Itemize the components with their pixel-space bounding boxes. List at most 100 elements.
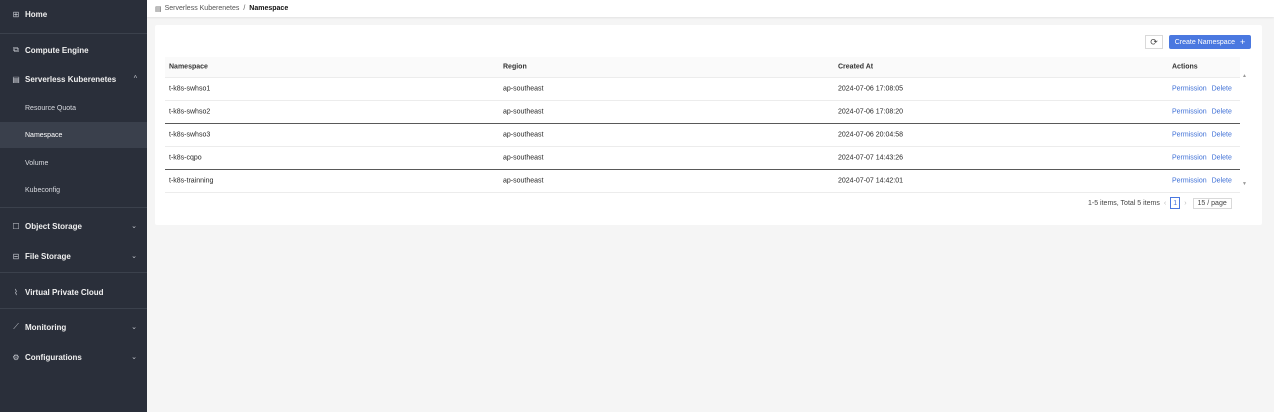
sidebar-item-kubeconfig[interactable]: Kubeconfig: [0, 177, 147, 203]
plus-icon: +: [1240, 37, 1246, 47]
breadcrumb-current: Namespace: [249, 5, 289, 12]
table-scrollbar[interactable]: ▲ ▼: [1242, 73, 1247, 187]
nav-monitoring[interactable]: ⟋ Monitoring ⌄: [0, 314, 147, 340]
column-header-namespace: Namespace: [169, 63, 208, 71]
refresh-button[interactable]: ⟳: [1145, 35, 1163, 49]
table-header: Namespace Region Created At Actions: [165, 57, 1240, 78]
sidebar-divider: [0, 272, 147, 273]
row-actions: Permission Delete: [1172, 155, 1237, 162]
chevron-down-icon: ⌄: [131, 324, 137, 331]
permission-link[interactable]: Permission: [1172, 86, 1207, 93]
gear-icon: ⚙: [12, 352, 20, 362]
delete-link[interactable]: Delete: [1212, 178, 1232, 185]
namespace-created-at: 2024-07-06 17:08:05: [838, 85, 903, 93]
permission-link[interactable]: Permission: [1172, 132, 1207, 139]
permission-link[interactable]: Permission: [1172, 178, 1207, 185]
namespace-region: ap-southeast: [503, 177, 544, 185]
sidebar: ⊞ Home ⧉ Compute Engine ▤ Serverless Kub…: [0, 0, 147, 412]
namespace-region: ap-southeast: [503, 154, 544, 162]
namespace-card: ⟳ Create Namespace + Namespace Region Cr…: [155, 25, 1262, 225]
nav-configurations[interactable]: ⚙ Configurations ⌄: [0, 344, 147, 370]
breadcrumb: ▤ Serverless Kuberenetes / Namespace: [147, 0, 1274, 17]
namespace-created-at: 2024-07-06 20:04:58: [838, 131, 903, 139]
chevron-down-icon: ⌄: [131, 253, 137, 260]
sidebar-item-label: Namespace: [25, 131, 63, 139]
sidebar-divider: [0, 33, 147, 34]
storage-box-icon: ☐: [12, 221, 20, 231]
namespace-name: t-k8s-swhso3: [169, 131, 211, 139]
row-actions: Permission Delete: [1172, 132, 1237, 139]
cluster-icon: ▤: [12, 74, 20, 84]
table-row: t-k8s-swhso2 ap-southeast 2024-07-06 17:…: [165, 101, 1240, 124]
chevron-down-icon: ⌄: [131, 223, 137, 230]
sidebar-item-label: Volume: [25, 159, 49, 167]
row-actions: Permission Delete: [1172, 109, 1237, 116]
breadcrumb-serverless-link[interactable]: Serverless Kuberenetes: [165, 5, 240, 12]
column-header-created-at: Created At: [838, 63, 874, 71]
file-storage-icon: ⊟: [12, 251, 20, 261]
table-row: t-k8s-swhso3 ap-southeast 2024-07-06 20:…: [165, 124, 1240, 147]
namespace-name: t-k8s-swhso2: [169, 108, 211, 116]
nav-configurations-label: Configurations: [25, 352, 82, 362]
sidebar-item-namespace[interactable]: Namespace: [0, 122, 147, 148]
delete-link[interactable]: Delete: [1212, 155, 1232, 162]
nav-home-label: Home: [25, 9, 48, 19]
namespace-name: t-k8s-trainning: [169, 177, 214, 185]
sidebar-item-label: Resource Quota: [25, 104, 76, 112]
row-actions: Permission Delete: [1172, 86, 1237, 93]
create-namespace-button[interactable]: Create Namespace +: [1169, 35, 1251, 49]
namespace-created-at: 2024-07-06 17:08:20: [838, 108, 903, 116]
refresh-icon: ⟳: [1150, 36, 1158, 47]
page-size-select[interactable]: 15 / page: [1192, 197, 1232, 209]
sidebar-divider: [0, 207, 147, 208]
column-header-region: Region: [503, 63, 527, 71]
create-namespace-label: Create Namespace: [1174, 38, 1236, 46]
namespace-region: ap-southeast: [503, 131, 544, 139]
network-icon: ⌇: [14, 287, 18, 297]
namespace-table: Namespace Region Created At Actions t-k8…: [165, 57, 1240, 193]
sidebar-item-resource-quota[interactable]: Resource Quota: [0, 95, 147, 121]
nav-monitoring-label: Monitoring: [25, 322, 67, 332]
delete-link[interactable]: Delete: [1212, 86, 1232, 93]
namespace-created-at: 2024-07-07 14:42:01: [838, 177, 903, 185]
page-button-current[interactable]: 1: [1170, 197, 1181, 209]
nav-object-storage-label: Object Storage: [25, 221, 82, 231]
grid-icon: ⊞: [12, 9, 20, 19]
table-row: t-k8s-swhso1 ap-southeast 2024-07-06 17:…: [165, 78, 1240, 101]
permission-link[interactable]: Permission: [1172, 109, 1207, 116]
scroll-up-icon[interactable]: ▲: [1242, 73, 1247, 79]
permission-link[interactable]: Permission: [1172, 155, 1207, 162]
nav-object-storage[interactable]: ☐ Object Storage ⌄: [0, 213, 147, 239]
nav-serverless-kubernetes[interactable]: ▤ Serverless Kuberenetes ^: [0, 66, 147, 92]
prev-page-icon[interactable]: ‹: [1164, 200, 1166, 207]
chevron-down-icon: ⌄: [131, 354, 137, 361]
nav-vpc[interactable]: ⌇ Virtual Private Cloud: [0, 279, 147, 305]
nav-vpc-label: Virtual Private Cloud: [25, 287, 104, 297]
server-icon: ⧉: [13, 45, 19, 54]
breadcrumb-separator: /: [243, 5, 246, 12]
sidebar-item-volume[interactable]: Volume: [0, 150, 147, 176]
namespace-name: t-k8s-cqpo: [169, 154, 202, 162]
nav-compute-engine-label: Compute Engine: [25, 45, 89, 55]
nav-file-storage[interactable]: ⊟ File Storage ⌄: [0, 243, 147, 269]
table-row: t-k8s-cqpo ap-southeast 2024-07-07 14:43…: [165, 147, 1240, 170]
column-header-actions: Actions: [1172, 63, 1198, 71]
next-page-icon[interactable]: ›: [1184, 200, 1186, 207]
pagination-summary: 1-5 items, Total 5 items: [1088, 199, 1160, 207]
chevron-up-icon: ^: [133, 75, 137, 83]
nav-compute-engine[interactable]: ⧉ Compute Engine: [0, 37, 147, 63]
delete-link[interactable]: Delete: [1212, 109, 1232, 116]
namespace-region: ap-southeast: [503, 85, 544, 93]
table-row: t-k8s-trainning ap-southeast 2024-07-07 …: [165, 170, 1240, 193]
sidebar-item-label: Kubeconfig: [25, 186, 61, 194]
namespace-name: t-k8s-swhso1: [169, 85, 211, 93]
namespace-region: ap-southeast: [503, 108, 544, 116]
row-actions: Permission Delete: [1172, 178, 1237, 185]
nav-home[interactable]: ⊞ Home: [0, 1, 147, 27]
sidebar-divider: [0, 308, 147, 309]
scroll-down-icon[interactable]: ▼: [1242, 181, 1247, 187]
chart-line-icon: ⟋: [13, 322, 19, 331]
delete-link[interactable]: Delete: [1212, 132, 1232, 139]
nav-file-storage-label: File Storage: [25, 251, 71, 261]
namespace-created-at: 2024-07-07 14:43:26: [838, 154, 903, 162]
